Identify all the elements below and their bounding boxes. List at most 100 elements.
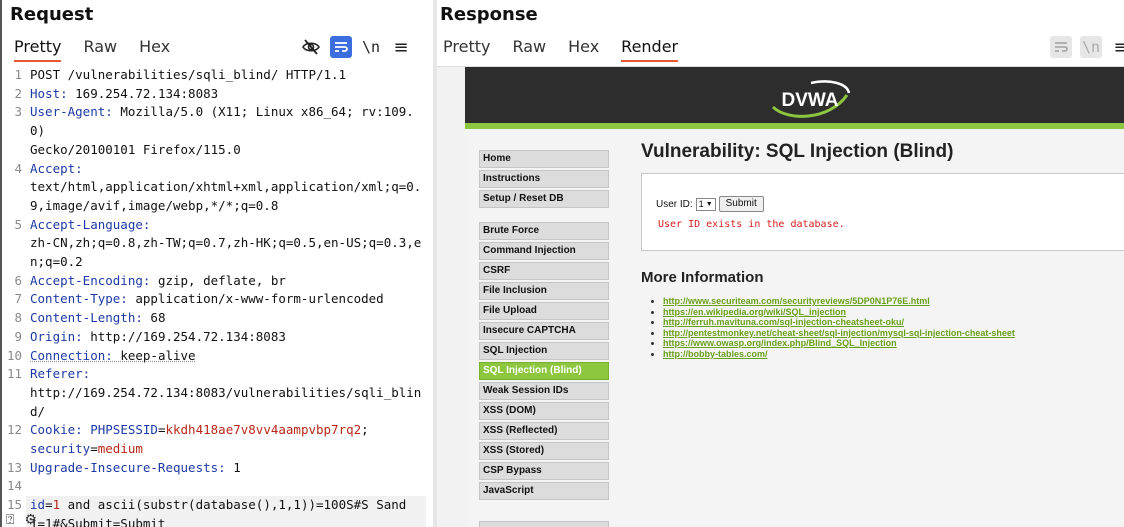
menu-item-sql-injection[interactable]: SQL Injection xyxy=(479,342,609,360)
code-token: Content-Length: xyxy=(30,310,151,326)
line-text: Content-Type: application/x-www-form-url… xyxy=(26,290,426,309)
menu-item-file-inclusion[interactable]: File Inclusion xyxy=(479,282,609,300)
line-number: 1 xyxy=(14,67,22,82)
menu-item-csrf[interactable]: CSRF xyxy=(479,262,609,280)
line-text: Content-Length: 68 xyxy=(26,309,426,328)
tab-pretty[interactable]: Pretty xyxy=(14,36,62,62)
tab-hex[interactable]: Hex xyxy=(139,36,170,62)
user-id-select[interactable]: 1 ▼ xyxy=(695,197,716,211)
word-wrap-icon[interactable] xyxy=(330,36,352,58)
line-number: 12 xyxy=(6,422,22,438)
dvwa-page: DVWA Home Instructions Setup / Reset DB Bru… xyxy=(465,67,1124,527)
code-token: medium xyxy=(97,441,143,457)
code-token: Upgrade-Insecure-Requests: xyxy=(30,459,234,475)
code-token: Content-Type: xyxy=(30,291,136,307)
code-token: zh-CN,zh;q=0.8,zh-TW;q=0.7,zh-HK;q=0.5,e… xyxy=(30,235,422,270)
code-line: 12 Cookie: PHPSESSID = kkdh418ae7v8vv4aampv… xyxy=(2,421,433,458)
reference-link[interactable]: https://en.wikipedia.org/wiki/SQL_inject… xyxy=(663,307,846,317)
line-text: Cookie: PHPSESSID = kkdh418ae7v8vv4aampvbp… xyxy=(26,421,426,458)
menu-item-command-injection[interactable]: Command Injection xyxy=(479,242,609,260)
vulnerable-code-area: User ID: 1 ▼ Submit User ID exists in the… xyxy=(641,173,1124,251)
menu-item-xss-stored[interactable]: XSS (Stored) xyxy=(479,442,609,460)
menu-item-file-upload[interactable]: File Upload xyxy=(479,302,609,320)
code-line: 14 xyxy=(2,477,433,496)
request-toolbar: \n ≡ xyxy=(292,36,412,58)
code-token: = xyxy=(90,441,98,457)
code-token: 1 xyxy=(233,459,241,475)
reference-link[interactable]: http://pentestmonkey.net/cheat-sheet/sql… xyxy=(663,328,1015,338)
code-line: 9 Origin: http://169.254.72.134:8083 xyxy=(2,328,433,347)
code-token: Referer: xyxy=(30,366,98,382)
code-token: 169.254.72.134:8083 xyxy=(75,85,219,101)
burp-repeater-view: Request Pretty Raw Hex \n ≡ 1 POST /vulne… xyxy=(0,0,1124,527)
reference-link[interactable]: https://www.owasp.org/index.php/Blind_SQ… xyxy=(663,338,897,348)
line-text: Accept-Language: zh-CN,zh;q=0.8,zh-TW;q=… xyxy=(26,216,426,272)
submit-button[interactable]: Submit xyxy=(718,196,764,212)
help-icon[interactable]: ⍰ xyxy=(6,512,14,527)
line-text: Accept: text/html,application/xhtml+xml,… xyxy=(26,160,426,216)
request-bottom-bar: ⍰ ⚙ xyxy=(6,512,47,527)
line-text: Host: 169.254.72.134:8083 xyxy=(26,85,426,104)
menu-item-home[interactable]: Home xyxy=(479,150,609,168)
line-text: id=1 and ascii(substr(database(),1,1))=1… xyxy=(26,496,426,527)
dvwa-logo: DVWA xyxy=(771,80,851,118)
code-token: id xyxy=(30,497,46,513)
tab-pretty[interactable]: Pretty xyxy=(443,36,490,62)
reference-link[interactable]: http://www.securiteam.com/securityreview… xyxy=(663,296,930,306)
line-text: Connection: keep-alive xyxy=(26,347,426,366)
line-text: Upgrade-Insecure-Requests: 1 xyxy=(26,459,426,478)
tab-hex[interactable]: Hex xyxy=(568,36,599,62)
line-number: 9 xyxy=(14,328,22,344)
reference-link[interactable]: http://ferruh.mavituna.com/sql-injection… xyxy=(663,317,904,327)
menu-item-csp-bypass[interactable]: CSP Bypass xyxy=(479,462,609,480)
newline-icon[interactable]: \n xyxy=(1080,36,1102,58)
list-item: http://bobby-tables.com/ xyxy=(663,349,1124,360)
list-item: http://ferruh.mavituna.com/sql-injection… xyxy=(663,317,1124,328)
menu-item-instructions[interactable]: Instructions xyxy=(479,170,609,188)
request-title: Request xyxy=(10,4,94,25)
code-line: 6 Accept-Encoding: gzip, deflate, br xyxy=(2,272,433,291)
code-token: Cookie: xyxy=(30,422,91,438)
menu-item-setup-reset-db[interactable]: Setup / Reset DB xyxy=(479,190,609,208)
tab-raw[interactable]: Raw xyxy=(512,36,546,62)
menu-item-javascript[interactable]: JavaScript xyxy=(479,482,609,500)
code-line: 4 Accept: text/html,application/xhtml+xml… xyxy=(2,160,433,216)
code-token: Connection: xyxy=(30,347,121,363)
dvwa-content: Vulnerability: SQL Injection (Blind) Use… xyxy=(641,141,1124,359)
code-token: Origin: xyxy=(30,328,91,344)
tab-raw[interactable]: Raw xyxy=(83,36,117,62)
response-toolbar: \n ≡ xyxy=(1042,36,1124,58)
menu-item-insecure-captcha[interactable]: Insecure CAPTCHA xyxy=(479,322,609,340)
line-text: POST /vulnerabilities/sqli_blind/ HTTP/1… xyxy=(26,66,426,85)
menu-item-xss-reflected[interactable]: XSS (Reflected) xyxy=(479,422,609,440)
list-item: http://www.securiteam.com/securityreview… xyxy=(663,296,1124,307)
hamburger-menu-icon[interactable]: ≡ xyxy=(390,36,412,58)
response-pane: Response Pretty Raw Hex Render \n ≡ DVWA xyxy=(437,0,1124,527)
menu-item-sql-injection-blind[interactable]: SQL Injection (Blind) xyxy=(479,362,609,380)
line-number: 6 xyxy=(14,272,22,288)
tab-render[interactable]: Render xyxy=(621,36,679,62)
eye-slash-icon[interactable] xyxy=(300,36,322,58)
line-text: Origin: http://169.254.72.134:8083 xyxy=(26,328,426,347)
settings-gear-icon[interactable]: ⚙ xyxy=(24,512,37,527)
code-line: 3 User-Agent: Mozilla/5.0 (X11; Linux x86… xyxy=(2,103,433,159)
code-line: 2 Host: 169.254.72.134:8083 xyxy=(2,85,433,104)
user-id-label: User ID: xyxy=(656,198,693,210)
line-number: 4 xyxy=(14,160,22,176)
menu-item-weak-session-ids[interactable]: Weak Session IDs xyxy=(479,382,609,400)
newline-icon[interactable]: \n xyxy=(360,36,382,58)
request-pane: Request Pretty Raw Hex \n ≡ 1 POST /vulne… xyxy=(0,0,433,527)
menu-item-xss-dom[interactable]: XSS (DOM) xyxy=(479,402,609,420)
code-token: ; xyxy=(361,422,369,438)
menu-item-brute-force[interactable]: Brute Force xyxy=(479,222,609,240)
line-text: User-Agent: Mozilla/5.0 (X11; Linux x86_… xyxy=(26,103,426,159)
reference-link[interactable]: http://bobby-tables.com/ xyxy=(663,349,768,359)
page-title: Vulnerability: SQL Injection (Blind) xyxy=(641,141,954,162)
line-number: 10 xyxy=(6,347,22,363)
word-wrap-icon[interactable] xyxy=(1050,36,1072,58)
request-editor[interactable]: 1 POST /vulnerabilities/sqli_blind/ HTTP/… xyxy=(2,66,433,527)
code-line: 5 Accept-Language: zh-CN,zh;q=0.8,zh-TW;q… xyxy=(2,216,433,272)
code-token: Host: xyxy=(30,85,76,101)
hamburger-menu-icon[interactable]: ≡ xyxy=(1110,36,1124,58)
list-item: https://en.wikipedia.org/wiki/SQL_inject… xyxy=(663,307,1124,318)
